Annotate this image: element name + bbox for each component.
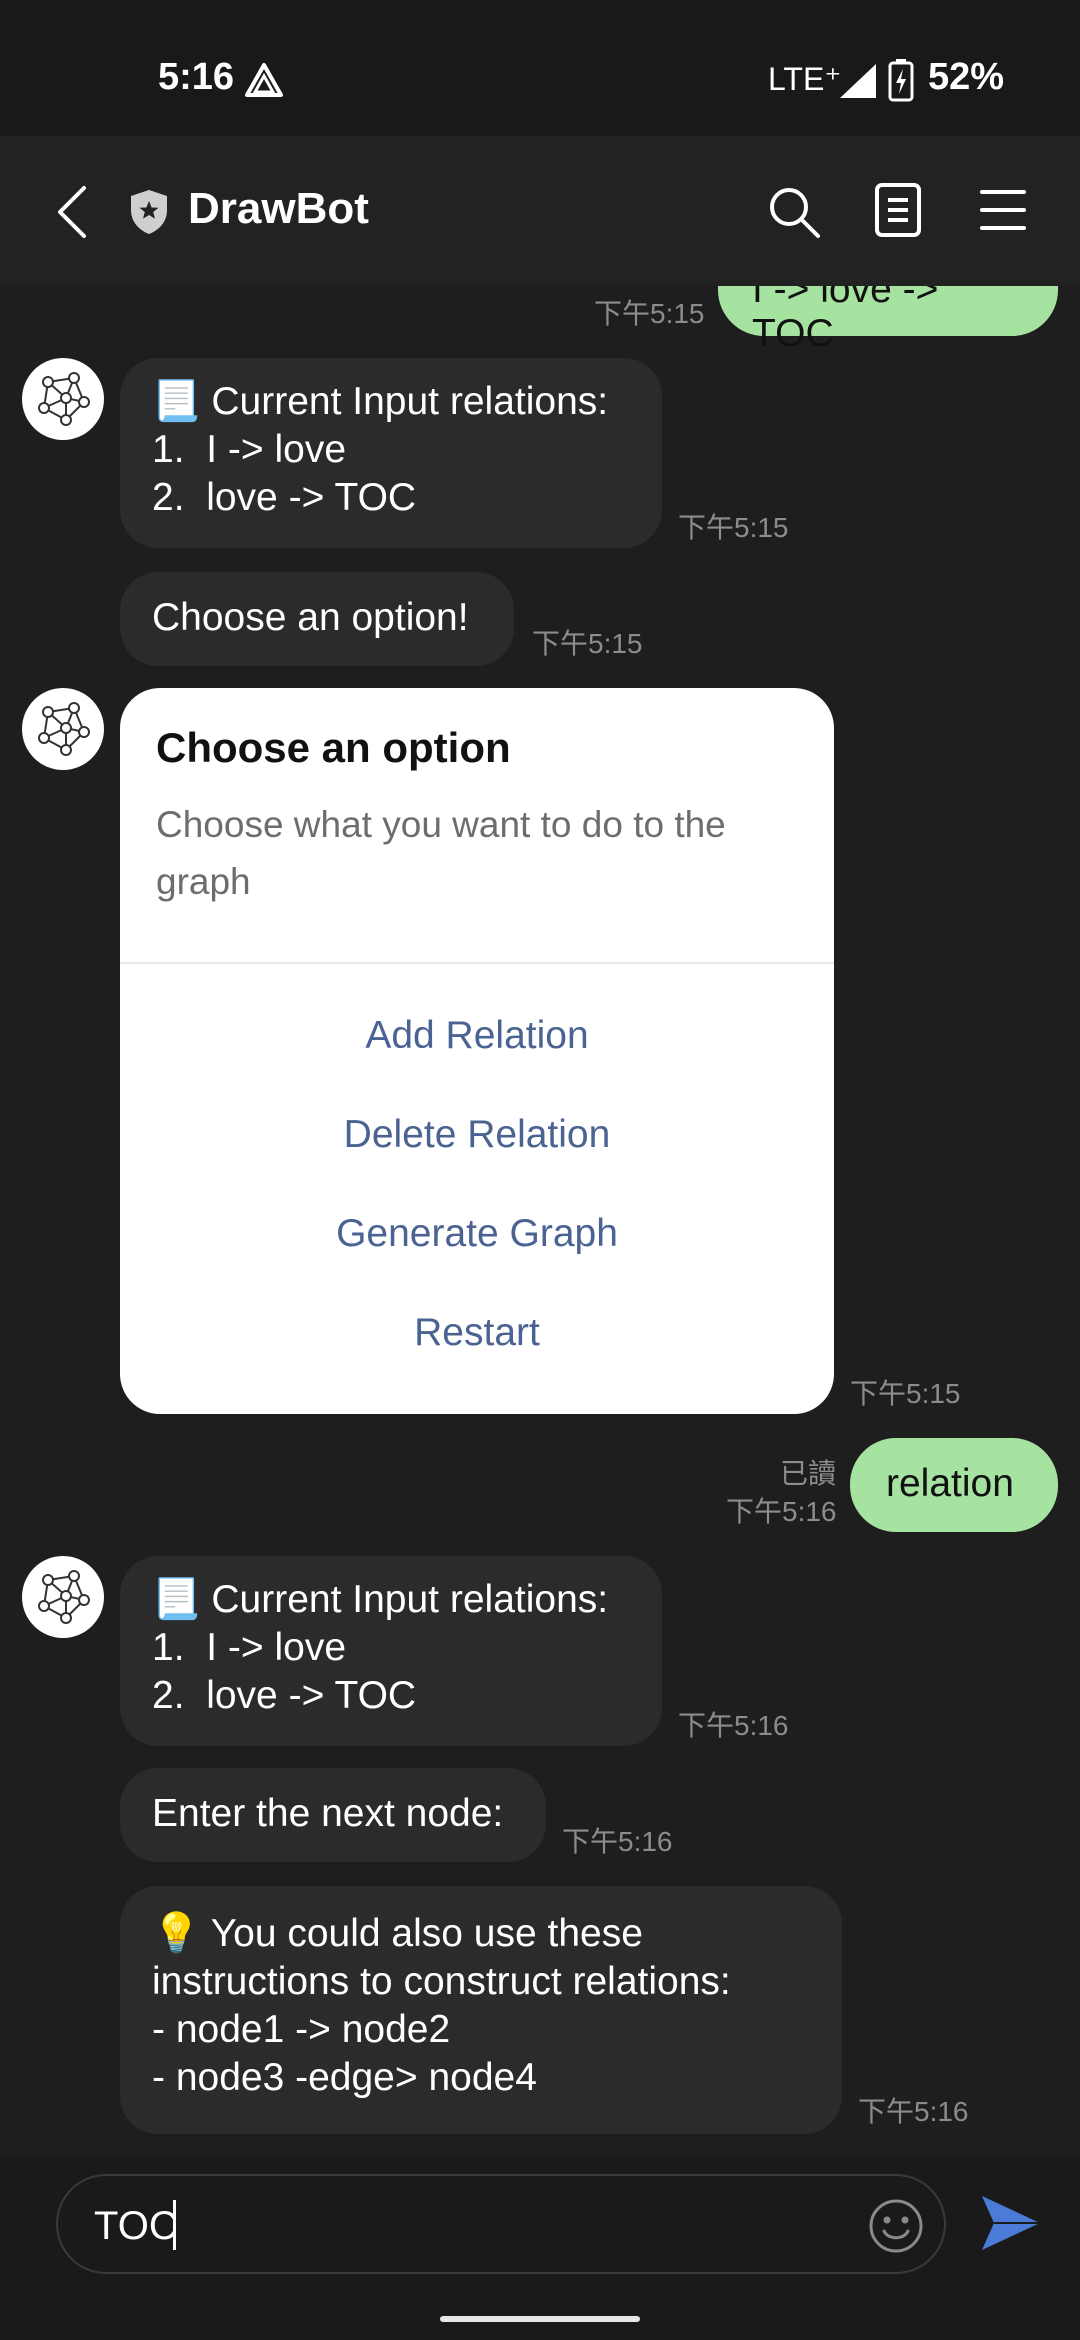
emoji-icon[interactable] bbox=[868, 2198, 924, 2259]
battery-level: 52% bbox=[928, 56, 1005, 98]
relation-item: 2. love -> TOC bbox=[152, 1674, 417, 1717]
verified-shield-icon bbox=[128, 188, 170, 241]
tip-message[interactable]: 💡 You could also use these instructions … bbox=[120, 1886, 842, 2134]
network-type: LTE⁺ bbox=[768, 61, 842, 97]
message-out-clipped: I -> love -> TOC bbox=[0, 286, 1080, 346]
relations-title: 📃 Current Input relations: bbox=[152, 1578, 609, 1621]
tip-line: 💡 You could also use these bbox=[152, 1912, 643, 1955]
message-input[interactable]: TOC bbox=[56, 2174, 946, 2274]
timestamp: 下午5:15 bbox=[532, 628, 643, 659]
text-caret bbox=[173, 2200, 176, 2250]
message-input-bar: TOC bbox=[0, 2156, 1080, 2340]
tip-line: - node3 -edge> node4 bbox=[152, 2056, 537, 2099]
tip-line: - node1 -> node2 bbox=[152, 2008, 451, 2051]
timestamp: 下午5:16 bbox=[858, 2096, 969, 2127]
outgoing-bubble[interactable]: I -> love -> TOC bbox=[718, 286, 1058, 346]
card-divider bbox=[120, 962, 834, 964]
timestamp: 下午5:15 bbox=[678, 512, 789, 543]
chat-header: DrawBot bbox=[0, 136, 1080, 286]
timestamp: 下午5:16 bbox=[562, 1826, 673, 1857]
search-icon[interactable] bbox=[766, 184, 822, 245]
signal-icon bbox=[838, 62, 878, 105]
chat-title: DrawBot bbox=[188, 184, 369, 233]
timestamp: 下午5:16 bbox=[678, 1710, 789, 1741]
bot-avatar[interactable] bbox=[22, 1556, 104, 1638]
read-receipt: 已讀 bbox=[780, 1458, 837, 1489]
relations-message[interactable]: 📃 Current Input relations: 1. I -> love … bbox=[120, 1556, 662, 1746]
restart-button[interactable]: Restart bbox=[120, 1311, 834, 1355]
card-title: Choose an option bbox=[156, 724, 511, 771]
back-icon[interactable] bbox=[54, 184, 90, 245]
battery-charging-icon bbox=[888, 58, 914, 107]
relations-title: 📃 Current Input relations: bbox=[152, 380, 609, 423]
outgoing-bubble[interactable]: relation bbox=[850, 1438, 1058, 1532]
option-card: Choose an option Choose what you want to… bbox=[120, 688, 834, 1414]
timestamp: 下午5:16 bbox=[726, 1496, 837, 1527]
generate-graph-button[interactable]: Generate Graph bbox=[120, 1212, 834, 1256]
relation-item: 2. love -> TOC bbox=[152, 476, 417, 519]
timestamp: 下午5:15 bbox=[850, 1378, 961, 1409]
alert-triangle-icon bbox=[244, 62, 284, 103]
send-icon[interactable] bbox=[978, 2190, 1044, 2261]
bot-avatar[interactable] bbox=[22, 358, 104, 440]
add-relation-button[interactable]: Add Relation bbox=[120, 1014, 834, 1058]
choose-option-message[interactable]: Choose an option! bbox=[120, 572, 514, 666]
relations-message[interactable]: 📃 Current Input relations: 1. I -> love … bbox=[120, 358, 662, 548]
relation-item: 1. I -> love bbox=[152, 1626, 347, 1669]
relation-item: 1. I -> love bbox=[152, 428, 347, 471]
status-bar: 5:16 LTE⁺ 52% bbox=[0, 0, 1080, 136]
status-time: 5:16 bbox=[158, 56, 235, 98]
delete-relation-button[interactable]: Delete Relation bbox=[120, 1113, 834, 1157]
tip-line: instructions to construct relations: bbox=[152, 1960, 731, 2003]
notes-icon[interactable] bbox=[874, 182, 922, 243]
card-description: Choose what you want to do to the graph bbox=[156, 804, 726, 902]
menu-icon[interactable] bbox=[980, 188, 1026, 237]
bot-avatar[interactable] bbox=[22, 688, 104, 770]
enter-node-message[interactable]: Enter the next node: bbox=[120, 1768, 546, 1862]
message-input-text: TOC bbox=[94, 2204, 178, 2248]
timestamp: 下午5:15 bbox=[594, 298, 705, 329]
home-indicator bbox=[440, 2316, 640, 2322]
